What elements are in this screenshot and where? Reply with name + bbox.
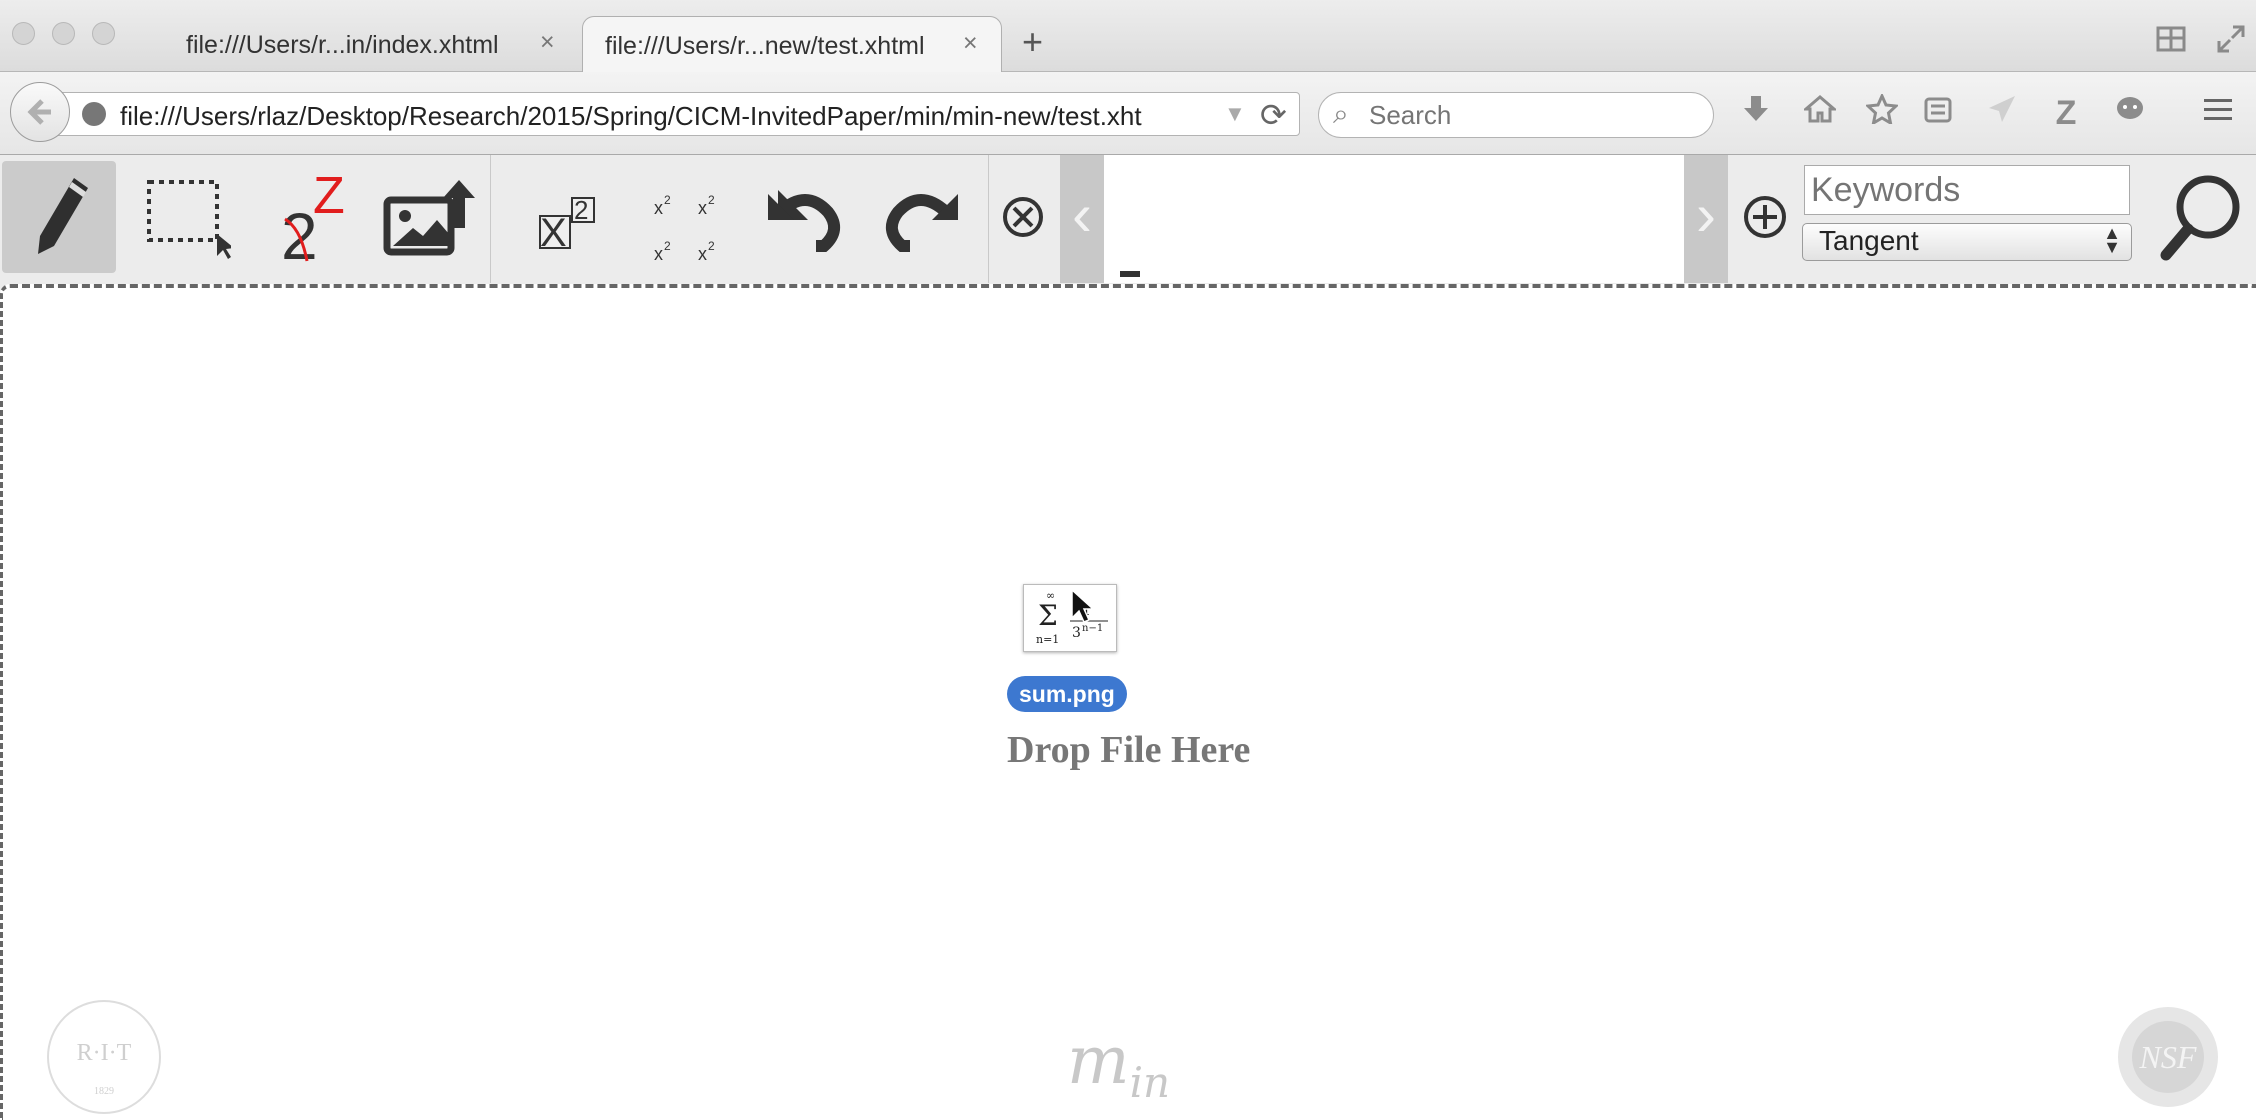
clear-icon [1003,197,1043,237]
tab-test[interactable]: file:///Users/r...new/test.xhtml × [582,16,1002,72]
select-arrows-icon: ▲ ▼ [2103,223,2121,257]
undo-button[interactable] [746,161,860,273]
toolbar-separator [490,155,491,283]
search-button[interactable] [2146,161,2256,273]
reload-icon[interactable]: ⟳ [1260,96,1287,134]
mouse-pointer-icon [1070,588,1095,629]
rotate-math-button[interactable]: 2 Z [250,161,364,273]
redo-icon [886,194,958,252]
minimize-window-button[interactable] [52,22,75,45]
magnifier-icon [2160,175,2240,261]
menu-icon[interactable] [2196,94,2240,132]
fullscreen-icon[interactable] [2216,24,2246,62]
pencil-icon [38,178,88,254]
tab-close-icon[interactable]: × [963,29,978,58]
undo-icon [768,190,840,252]
chat-icon[interactable] [2108,94,2152,132]
image-upload-button[interactable] [372,161,486,273]
tab-label: file:///Users/r...in/index.xhtml [186,31,499,59]
image-upload-icon [383,180,475,256]
back-button[interactable] [10,82,70,142]
redo-button[interactable] [866,161,980,273]
svg-text:x: x [698,198,707,218]
svg-text:Σ: Σ [1038,599,1058,632]
svg-text:2: 2 [708,239,715,253]
scroll-left-button[interactable]: ‹ [1060,155,1104,283]
text-cursor [1120,271,1140,277]
svg-text:2: 2 [708,193,715,207]
url-bar[interactable]: file:///Users/rlaz/Desktop/Research/2015… [55,92,1300,136]
svg-text:x: x [654,198,663,218]
select-tool-button[interactable] [124,161,238,273]
bookmark-star-icon[interactable] [1860,92,1904,132]
zotero-icon[interactable]: Z [2044,94,2088,133]
close-window-button[interactable] [12,22,35,45]
svg-text:2: 2 [664,239,671,253]
plus-circle-icon [1744,196,1786,238]
keywords-input[interactable] [1804,165,2130,215]
add-button[interactable] [1734,161,1796,273]
send-icon[interactable] [1980,94,2024,132]
tab-close-icon[interactable]: × [540,28,555,57]
file-drop-area[interactable]: Σ ∞ n=1 1 3 n−1 sum.png Drop File Here R… [0,284,2256,1120]
svg-text:x: x [698,244,707,262]
scroll-right-button[interactable]: › [1684,155,1728,283]
svg-text:2: 2 [574,195,588,225]
rit-seal-logo: R·I·T 1829 [47,1000,161,1114]
svg-text:∞: ∞ [1046,589,1055,602]
toolbar-separator [988,155,989,283]
file-name-badge: sum.png [1007,676,1127,712]
min-toolbar: 2 Z X 2 x2 x2 x2 x2 ‹ › Keywords Tangent… [0,155,2256,283]
new-tab-button[interactable]: + [1022,24,1043,60]
tab-label: file:///Users/r...new/test.xhtml [605,32,925,60]
download-icon[interactable] [1734,94,1778,132]
svg-text:2: 2 [664,193,671,207]
min-logo: min [1067,1022,1171,1108]
search-mode-select[interactable]: Tangent ▲ ▼ [1802,223,2132,261]
matrix-superscript-icon: x2 x2 x2 x2 [654,193,715,262]
zoom-window-button[interactable] [92,22,115,45]
navigation-bar: file:///Users/rlaz/Desktop/Research/2015… [0,72,2256,155]
svg-text:n=1: n=1 [1036,633,1059,646]
home-icon[interactable] [1798,94,1842,132]
superscript-icon: X 2 [539,195,595,255]
tab-index[interactable]: file:///Users/r...in/index.xhtml × [160,16,570,72]
formula-input-area[interactable] [1104,155,1684,283]
clear-button[interactable] [990,161,1056,273]
globe-icon [82,102,106,126]
svg-text:Z: Z [313,167,345,225]
url-text[interactable]: file:///Users/rlaz/Desktop/Research/2015… [120,101,1270,132]
matrix-superscript-button[interactable]: x2 x2 x2 x2 [620,161,734,273]
svg-text:X: X [540,211,567,255]
svg-text:x: x [654,244,663,262]
superscript-button[interactable]: X 2 [506,161,620,273]
selection-rectangle-icon [147,180,231,259]
search-icon: ⌕ [1333,98,1349,129]
drop-label: Drop File Here [1007,729,1251,771]
nsf-logo: NSF [2113,1002,2223,1112]
tab-groups-icon[interactable] [2156,24,2186,62]
rotate-math-icon: 2 Z [281,167,345,267]
history-dropdown-icon[interactable]: ▼ [1224,101,1246,127]
search-mode-value: Tangent [1819,225,1919,256]
search-input[interactable] [1367,99,1691,131]
reading-list-icon[interactable] [1916,94,1960,132]
svg-text:NSF: NSF [2139,1039,2197,1075]
search-box[interactable]: ⌕ [1318,92,1714,138]
tab-bar: file:///Users/r...in/index.xhtml × file:… [0,0,2256,72]
pencil-tool-button[interactable] [2,161,116,273]
